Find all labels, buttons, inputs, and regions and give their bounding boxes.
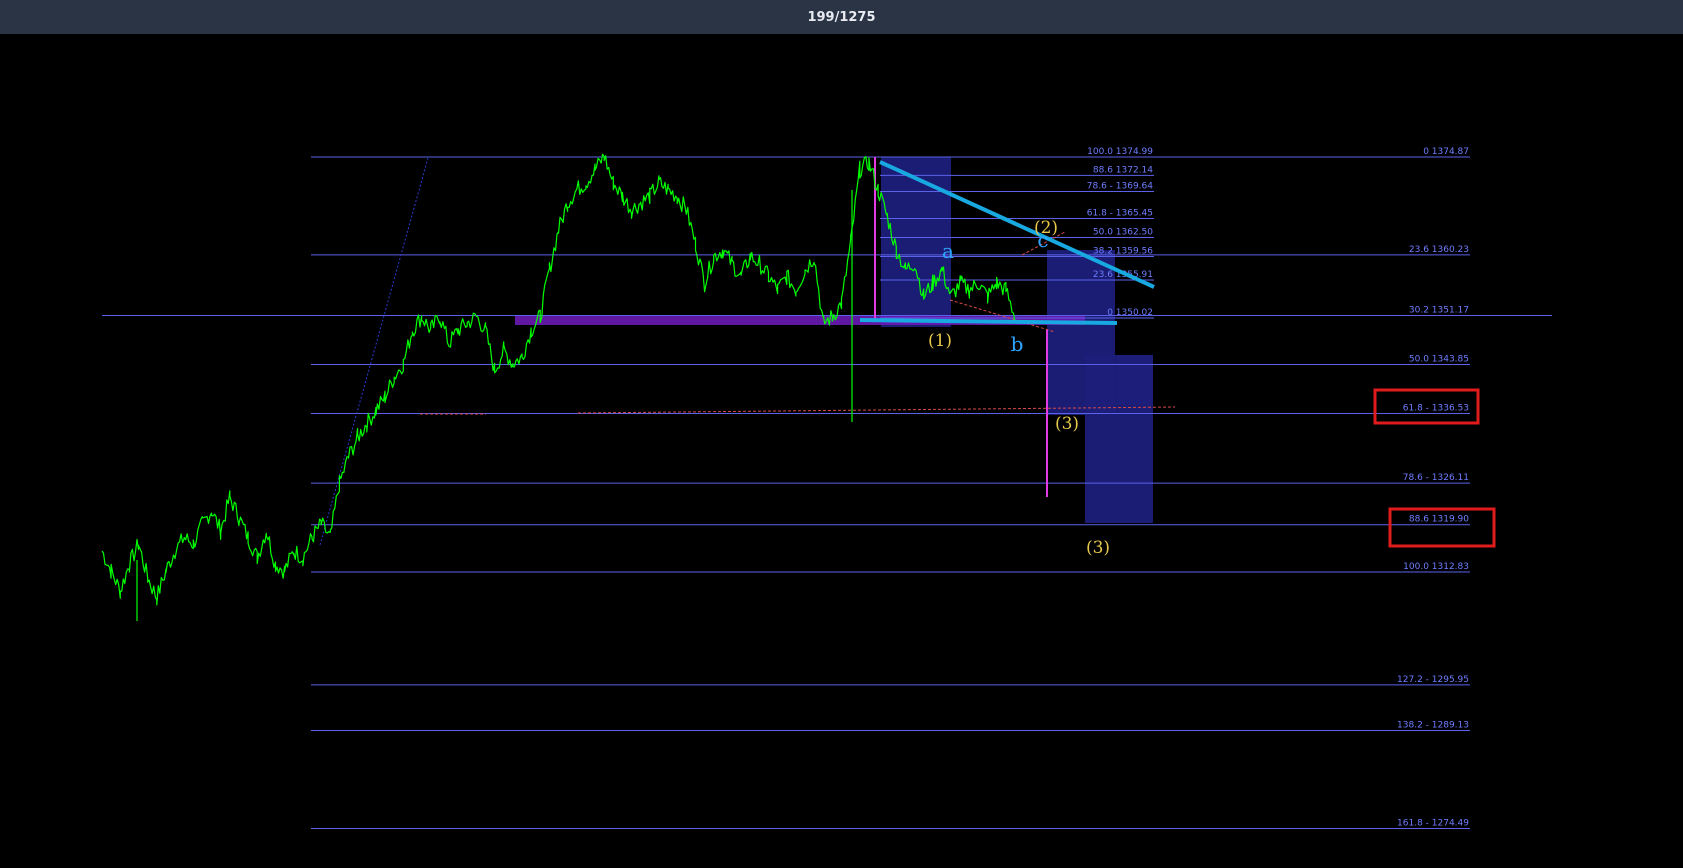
fib-label-minor: 78.6 - 1369.64 — [1087, 181, 1153, 191]
annotations — [319, 157, 1176, 546]
zone-d — [1116, 355, 1153, 405]
price-line — [101, 153, 1016, 606]
fib-label-major: 23.6 1360.23 — [1409, 245, 1469, 255]
wave-label: c — [1037, 228, 1048, 252]
zone-a — [881, 157, 951, 327]
fib-label-minor: 38.2 1359.56 — [1093, 246, 1153, 256]
fib-levels-major: 0 1374.87 23.6 1360.23 30.2 1351.17 50.0 13… — [102, 147, 1552, 829]
wave-label: (3) — [1086, 538, 1110, 558]
fib-label-minor: 50.0 1362.50 — [1093, 228, 1153, 238]
fib-label-major: 127.2 - 1295.95 — [1397, 675, 1469, 685]
fib-label-major: 61.8 - 1336.53 — [1403, 403, 1469, 413]
fib-label-major: 161.8 - 1274.49 — [1397, 818, 1469, 828]
wave-label: (3) — [1055, 414, 1079, 434]
fib-label-major: 78.6 - 1326.11 — [1403, 473, 1469, 483]
fib-label-minor: 88.6 1372.14 — [1093, 165, 1153, 175]
top-bar: 199/1275 — [0, 0, 1683, 34]
diagonal-guide — [319, 157, 429, 546]
fib-label-major: 0 1374.87 — [1423, 147, 1469, 157]
fib-label-minor: 61.8 - 1365.45 — [1087, 209, 1153, 219]
wave-label: a — [942, 239, 954, 263]
fib-label-minor: 0 1350.02 — [1107, 308, 1153, 318]
chart-area: 0 1374.87 23.6 1360.23 30.2 1351.17 50.0 13… — [0, 34, 1683, 864]
price-series — [101, 153, 1016, 621]
projection-zones — [515, 157, 1153, 523]
wave-label: (1) — [928, 331, 952, 351]
fib-label-major: 50.0 1343.85 — [1409, 355, 1469, 365]
fib-label-major: 138.2 - 1289.13 — [1397, 721, 1469, 731]
fib-label-major: 88.6 1319.90 — [1409, 515, 1469, 525]
slide-counter: 199/1275 — [807, 9, 876, 25]
fib-label-minor: 100.0 1374.99 — [1087, 147, 1153, 157]
fib-label-major: 100.0 1312.83 — [1403, 562, 1469, 572]
price-chart: 0 1374.87 23.6 1360.23 30.2 1351.17 50.0 13… — [101, 147, 1552, 829]
fib-label-major: 30.2 1351.17 — [1409, 306, 1469, 316]
wave-label: b — [1011, 332, 1024, 356]
